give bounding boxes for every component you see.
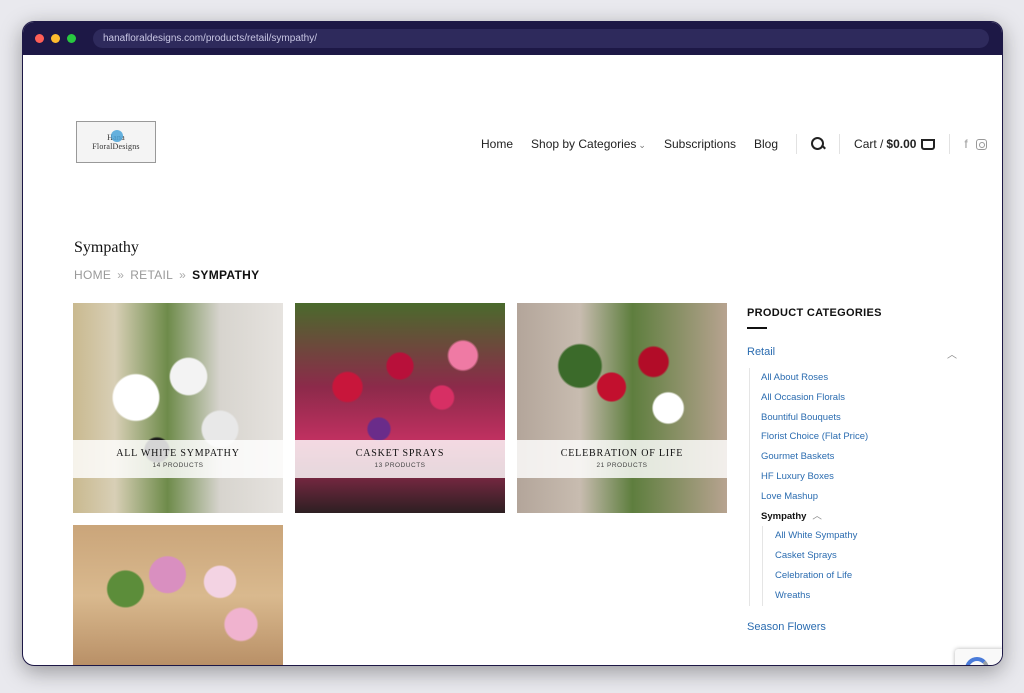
breadcrumb: HOME » RETAIL » SYMPATHY (74, 268, 259, 282)
basket-icon (921, 138, 936, 150)
nav-subscriptions[interactable]: Subscriptions (664, 137, 736, 151)
sidebar-item-sympathy[interactable]: Sympathy ︿ (761, 507, 957, 527)
category-name: CELEBRATION OF LIFE (560, 448, 684, 459)
maximize-window-dot[interactable] (67, 34, 76, 43)
category-count: 21 PRODUCTS (596, 462, 648, 469)
address-bar[interactable]: hanafloraldesigns.com/products/retail/sy… (93, 29, 989, 48)
logo-line2: FloralDesigns (92, 142, 140, 151)
sidebar-subitem[interactable]: Casket Sprays (775, 546, 957, 566)
facebook-icon[interactable]: f (964, 137, 967, 151)
breadcrumb-current: SYMPATHY (192, 268, 260, 282)
close-window-dot[interactable] (35, 34, 44, 43)
sidebar-subitem[interactable]: All White Sympathy (775, 526, 957, 546)
instagram-icon[interactable] (975, 138, 987, 150)
sidebar-heading: PRODUCT CATEGORIES (747, 307, 882, 319)
category-name: CASKET SPRAYS (355, 448, 445, 459)
cart-link[interactable]: Cart / $0.00 (854, 137, 936, 151)
sidebar-sympathy-sublist: All White Sympathy Casket Sprays Celebra… (762, 526, 957, 606)
category-image (73, 303, 283, 513)
nav-blog[interactable]: Blog (754, 137, 778, 151)
nav-shop-label: Shop by Categories (531, 137, 637, 151)
sidebar-item[interactable]: Gourmet Baskets (761, 447, 957, 467)
title-bar: hanafloraldesigns.com/products/retail/sy… (23, 22, 1002, 55)
category-tile-casket-sprays[interactable]: CASKET SPRAYS 13 PRODUCTS (295, 303, 505, 513)
breadcrumb-home[interactable]: HOME (74, 268, 111, 282)
sidebar-item[interactable]: HF Luxury Boxes (761, 467, 957, 487)
chevron-down-icon: ⌄ (638, 140, 646, 150)
nav-divider (839, 134, 841, 154)
page-title: Sympathy (74, 239, 139, 256)
sidebar-item[interactable]: Love Mashup (761, 487, 957, 507)
sidebar-item-retail[interactable]: Retail ︿ (747, 346, 957, 361)
sidebar-item[interactable]: Florist Choice (Flat Price) (761, 427, 957, 447)
chevron-up-icon[interactable]: ︿ (947, 346, 957, 361)
main-nav: Home Shop by Categories ⌄ Subscriptions B… (481, 134, 987, 154)
sidebar-sublist: All About Roses All Occasion Florals Bou… (749, 368, 957, 606)
minimize-window-dot[interactable] (51, 34, 60, 43)
browser-window: hanafloraldesigns.com/products/retail/sy… (22, 21, 1003, 666)
breadcrumb-retail[interactable]: RETAIL (130, 268, 173, 282)
category-caption: CELEBRATION OF LIFE 21 PRODUCTS (517, 440, 727, 478)
category-tile-wreaths[interactable] (73, 525, 283, 665)
sidebar-item[interactable]: All Occasion Florals (761, 388, 957, 408)
sidebar-item[interactable]: All About Roses (761, 368, 957, 388)
logo-flower-icon (111, 130, 123, 142)
category-image (517, 303, 727, 513)
category-caption: CASKET SPRAYS 13 PRODUCTS (295, 440, 505, 478)
sidebar-item[interactable]: Bountiful Bouquets (761, 408, 957, 428)
breadcrumb-separator: » (179, 268, 187, 282)
sidebar-item-season-flowers[interactable]: Season Flowers (747, 621, 957, 633)
nav-divider (796, 134, 798, 154)
cart-total: $0.00 (886, 137, 917, 151)
recaptcha-icon (965, 657, 989, 665)
chevron-up-icon[interactable]: ︿ (812, 511, 822, 522)
nav-home[interactable]: Home (481, 137, 513, 151)
sidebar-subitem[interactable]: Wreaths (775, 586, 957, 606)
search-icon[interactable] (811, 137, 825, 151)
heading-underline (747, 327, 767, 329)
breadcrumb-separator: » (117, 268, 125, 282)
page-content: Hana FloralDesigns Home Shop by Categori… (23, 55, 1002, 665)
category-tile-all-white[interactable]: ALL WHITE SYMPATHY 14 PRODUCTS (73, 303, 283, 513)
sidebar-item-label: Sympathy (761, 510, 807, 522)
sidebar-item-label: Retail (747, 346, 776, 358)
site-logo[interactable]: Hana FloralDesigns (76, 121, 156, 163)
sidebar-subitem[interactable]: Celebration of Life (775, 566, 957, 586)
category-caption: ALL WHITE SYMPATHY 14 PRODUCTS (73, 440, 283, 478)
category-image (295, 303, 505, 513)
category-name: ALL WHITE SYMPATHY (116, 448, 240, 459)
nav-divider (949, 134, 951, 154)
category-image (73, 525, 283, 665)
cart-label: Cart / (854, 137, 884, 151)
product-categories-sidebar: PRODUCT CATEGORIES Retail ︿ All About Ro… (747, 307, 957, 633)
category-tile-celebration-of-life[interactable]: CELEBRATION OF LIFE 21 PRODUCTS (517, 303, 727, 513)
category-count: 14 PRODUCTS (152, 462, 204, 469)
nav-shop-by-categories[interactable]: Shop by Categories ⌄ (531, 137, 646, 151)
category-count: 13 PRODUCTS (374, 462, 426, 469)
recaptcha-badge[interactable] (955, 649, 1002, 665)
